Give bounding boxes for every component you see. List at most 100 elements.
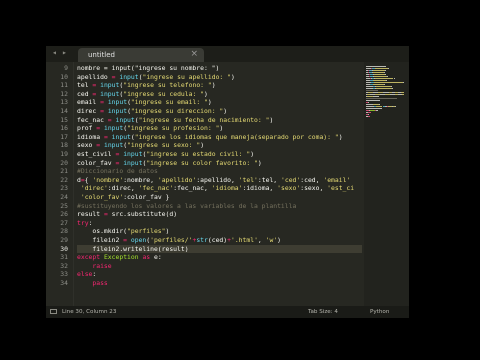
code-area[interactable]: nombre = input("ingrese su nombre: ") ape… [77, 62, 362, 306]
minimap-stroke [401, 92, 404, 93]
code-line[interactable]: ced = input("ingrese su cedula: ") [77, 90, 208, 99]
code-line[interactable]: os.mkdir("perfiles") [77, 227, 169, 236]
code-line[interactable]: filein2.writeline(result) [77, 245, 188, 254]
code-token: input [103, 124, 124, 133]
line-number: 13 [60, 98, 68, 107]
code-line[interactable]: d={ 'nombre':nombre, 'apellido':apellido… [77, 176, 350, 185]
editor-window: ◂ ▸ untitled × 9 10 11 12 13 14 15 16 17 18 19 20 21… [46, 46, 409, 318]
minimap-stroke [368, 116, 371, 117]
minimap-stroke [375, 88, 392, 89]
code-token: :fec_nac, [173, 184, 212, 193]
minimap[interactable] [364, 62, 409, 306]
code-token: tel [77, 81, 93, 90]
code-token: :ced, [300, 175, 324, 184]
code-line[interactable]: prof = input("ingrese su profesion: ") [77, 124, 223, 133]
code-line[interactable]: apellido = input("ingrese su apellido: "… [77, 73, 235, 82]
tab-scroll-left-icon[interactable]: ◂ [52, 48, 57, 57]
code-line[interactable]: try: [77, 219, 92, 228]
code-line[interactable]: email = input("ingrese su email: ") [77, 98, 212, 107]
code-token: except [77, 253, 101, 262]
code-token: apellido [77, 72, 112, 81]
line-number: 27 [60, 218, 68, 227]
code-token: '.html' [230, 236, 258, 244]
line-number: 28 [60, 227, 68, 236]
line-number: 12 [60, 89, 68, 98]
line-number: 24 [60, 193, 68, 201]
code-token: 'apellido' [157, 175, 197, 184]
code-line[interactable]: #sustituyendo los valores a las variable… [77, 202, 296, 211]
code-token: ) [200, 141, 205, 150]
tab-scroll-right-icon[interactable]: ▸ [62, 48, 67, 57]
code-token: ) [277, 236, 282, 244]
code-token: ) [257, 158, 262, 167]
panel-toggle-icon[interactable] [50, 309, 57, 314]
code-token: e: [150, 253, 162, 262]
code-token: nombre = input("ingrese su nombre: ") [77, 64, 220, 72]
cursor-position: Line 30, Column 23 [62, 309, 117, 315]
code-line[interactable]: except Exception as e: [77, 253, 162, 262]
minimap-stroke [384, 72, 385, 73]
code-token: "ingrese su telefono: " [123, 81, 212, 90]
code-line[interactable]: nombre = input("ingrese su nombre: ") [77, 64, 219, 73]
code-token: "ingrese su estado civil: " [146, 150, 251, 158]
code-token: 'perfiles/' [150, 236, 193, 244]
code-token: input [107, 107, 128, 115]
code-token: , [257, 236, 266, 244]
minimap-stroke [373, 84, 384, 85]
code-token: (ced) [207, 236, 228, 244]
code-token: str [196, 236, 208, 244]
code-line[interactable]: direc = input("ingrese su direccion: ") [77, 107, 227, 116]
line-number: 17 [60, 132, 68, 141]
tab-untitled[interactable]: untitled × [78, 48, 204, 62]
tab-bar: ◂ ▸ untitled × [46, 46, 409, 62]
minimap-stroke [368, 114, 369, 115]
code-line[interactable]: else: [77, 270, 96, 279]
line-number: 32 [60, 261, 68, 270]
tab-size-indicator[interactable]: Tab Size: 4 [308, 309, 338, 315]
minimap-stroke [370, 100, 381, 101]
line-number: 25 [60, 201, 68, 210]
code-token: #Diccionario de datos [77, 167, 158, 176]
code-line[interactable]: #Diccionario de datos [77, 167, 158, 176]
code-token: sexo [77, 141, 97, 150]
line-number: 33 [60, 270, 68, 279]
code-line[interactable]: result = src.substitute(d) [77, 210, 177, 219]
code-token: "ingrese su fecha de nacimiento: " [138, 115, 270, 124]
code-line[interactable]: idioma = input("ingrese los idiomas que … [77, 133, 343, 142]
code-token: input [115, 115, 135, 124]
syntax-indicator[interactable]: Python [370, 309, 389, 315]
line-number: 22 [60, 175, 68, 184]
code-token: 'color_fav' [80, 193, 124, 201]
code-token: direc [77, 107, 101, 115]
code-token: ) [250, 150, 255, 158]
code-token: open [130, 236, 147, 244]
code-line[interactable]: 'color_fav':color_fav } [77, 193, 170, 202]
minimap-stroke [386, 76, 388, 77]
code-token: 'email' [323, 175, 351, 184]
code-token: "perfiles" [127, 227, 166, 236]
code-line[interactable]: fec_nac = input("ingrese su fecha de nac… [77, 116, 273, 125]
code-line[interactable]: est_civil = input("ingrese su estado civ… [77, 150, 254, 159]
code-line[interactable]: raise [77, 262, 111, 271]
code-token: : [92, 270, 97, 279]
code-token: :sexo, [300, 184, 328, 193]
code-line[interactable]: color_fav = input("ingrese su color favo… [77, 159, 262, 168]
code-token: email [77, 98, 101, 107]
code-token: Exception [103, 253, 139, 262]
code-line[interactable]: pass [77, 279, 107, 288]
code-token: ) [219, 124, 224, 133]
code-line[interactable]: 'direc':direc, 'fec_nac':fec_nac, 'idiom… [77, 184, 354, 193]
code-token: :tel, [257, 175, 281, 184]
close-icon[interactable]: × [190, 49, 198, 59]
code-token: try [77, 218, 89, 227]
code-line[interactable]: filein2 = open('perfiles/'+str(ced)+'.ht… [77, 236, 281, 245]
minimap-stroke [373, 80, 387, 81]
code-line[interactable]: sexo = input("ingrese su sexo: ") [77, 141, 204, 150]
minimap-stroke [367, 102, 369, 103]
code-token: ) [230, 72, 235, 81]
minimap-stroke [366, 106, 373, 107]
line-number: 11 [60, 81, 68, 90]
code-line[interactable]: tel = input("ingrese su telefono: ") [77, 81, 216, 90]
line-number: 9 [64, 64, 68, 72]
